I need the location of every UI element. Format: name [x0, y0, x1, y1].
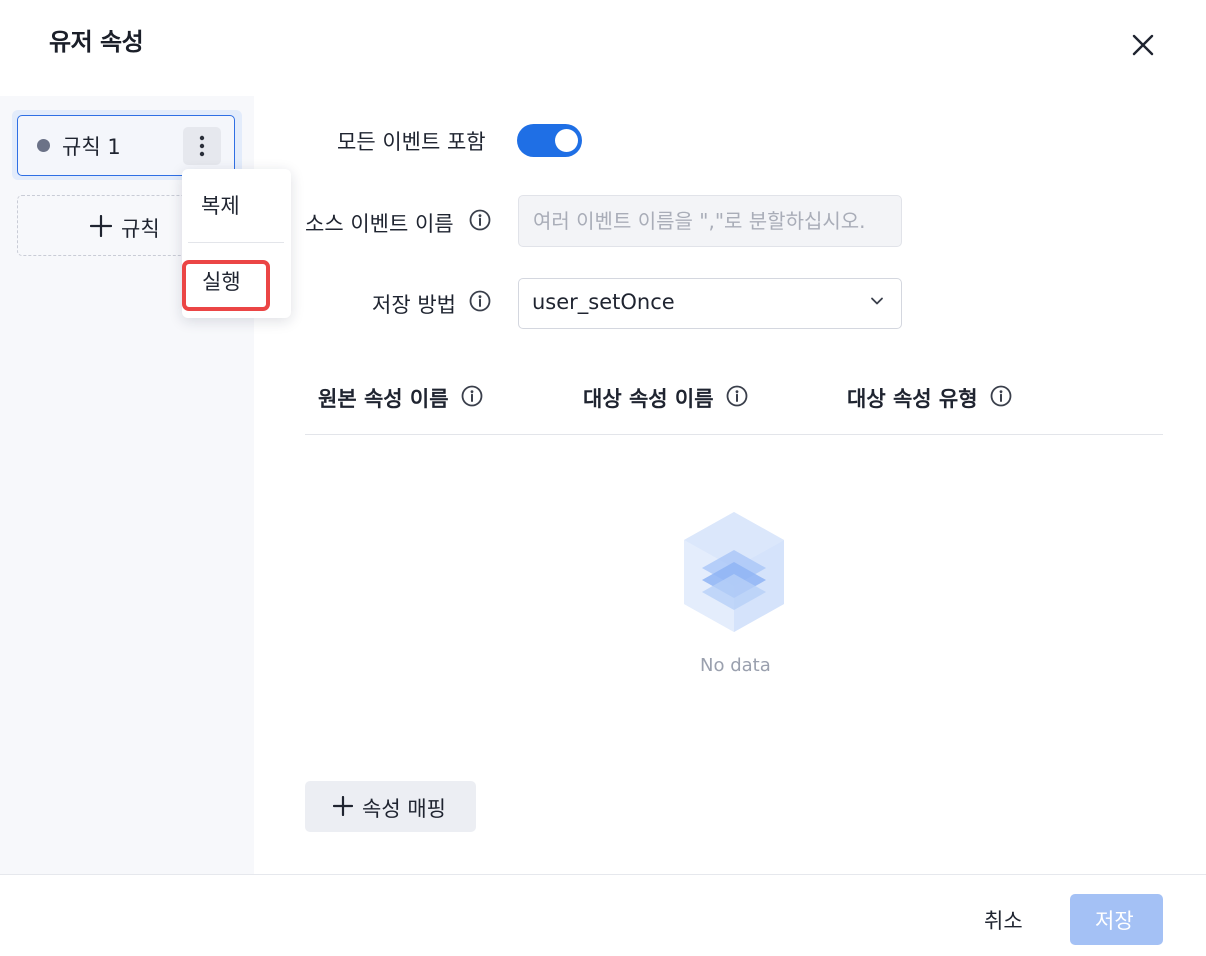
menu-item-duplicate[interactable]: 복제: [201, 190, 240, 220]
menu-divider: [188, 242, 284, 243]
include-all-events-label: 모든 이벤트 포함: [337, 130, 486, 154]
add-mapping-label: 속성 매핑: [362, 797, 446, 821]
add-rule-label: 규칙: [121, 217, 160, 241]
empty-state-text: No data: [700, 655, 771, 676]
column-header-source-attribute: 원본 속성 이름: [318, 387, 449, 411]
chevron-down-icon: [871, 297, 883, 305]
column-header-target-attribute: 대상 속성 이름: [583, 387, 714, 411]
toggle-knob: [555, 129, 578, 152]
footer-divider: [0, 874, 1206, 875]
storage-method-value: user_setOnce: [532, 290, 675, 314]
user-attribute-dialog: 유저 속성 규칙 1 규칙 복제 실행 모든 이벤트 포함 소스 이벤트 이름 …: [0, 0, 1206, 956]
storage-method-label: 저장 방법: [372, 293, 456, 317]
info-icon: [461, 385, 483, 407]
info-icon: [469, 209, 491, 231]
plus-icon: [90, 215, 112, 237]
info-icon: [990, 385, 1012, 407]
rule-item-label: 규칙 1: [62, 135, 121, 159]
info-icon: [726, 385, 748, 407]
plus-icon: [333, 796, 353, 816]
rule-more-button[interactable]: [183, 127, 221, 165]
empty-box-icon: [684, 512, 784, 632]
rule-status-dot: [37, 139, 50, 152]
close-button[interactable]: [1126, 28, 1160, 62]
menu-item-run[interactable]: 실행: [202, 266, 241, 296]
table-header-divider: [305, 434, 1163, 435]
source-event-name-label: 소스 이벤트 이름: [305, 212, 454, 236]
info-icon: [469, 290, 491, 312]
more-vertical-icon: [199, 135, 205, 157]
column-header-target-type: 대상 속성 유형: [847, 387, 978, 411]
source-event-name-input[interactable]: [518, 195, 902, 247]
save-button-label: 저장: [1095, 909, 1134, 933]
dialog-title: 유저 속성: [49, 28, 144, 56]
cancel-button-label: 취소: [984, 909, 1023, 933]
close-icon: [1132, 34, 1154, 56]
